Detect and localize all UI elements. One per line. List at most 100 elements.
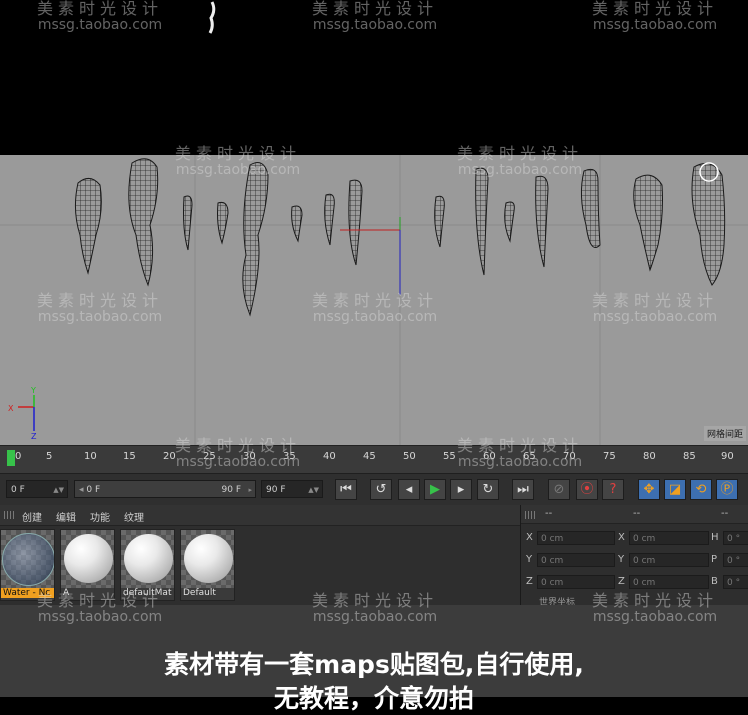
menu-create[interactable]: 创建 <box>22 509 42 524</box>
tick-label: 55 <box>443 451 456 462</box>
coordinates-panel: -- -- -- X 0 cm X 0 cm H 0 ° Y 0 cm Y 0 … <box>520 505 748 608</box>
coord-axis-label: Y <box>526 554 533 565</box>
position-x-field[interactable]: 0 cm <box>537 531 615 545</box>
rotate-icon: ⟲ <box>695 482 707 497</box>
size-z-field[interactable]: 0 cm <box>629 575 709 589</box>
header-dash: -- <box>545 508 553 519</box>
current-frame-field[interactable]: 0 F ▲▼ <box>6 480 68 498</box>
rotation-h-field[interactable]: 0 ° <box>723 531 748 545</box>
prev-key-button[interactable]: ↺ <box>370 479 392 500</box>
playback-controls: 0 F ▲▼ ◂ 0 F 90 F ▸ 90 F ▲▼ ⏮ ↺ ◂ ▶ ▸ ↻ ⏭ ⊘… <box>0 473 748 506</box>
3d-viewport[interactable]: X Y Z 网格间距 <box>0 155 748 445</box>
menu-function[interactable]: 功能 <box>90 509 110 524</box>
param-button[interactable]: Ⓟ <box>716 479 738 500</box>
coord-axis-label: X <box>526 532 533 543</box>
next-key-icon: ↻ <box>482 482 494 497</box>
coord-axis-label: B <box>711 576 718 587</box>
stepper-icon: ▲▼ <box>53 486 64 494</box>
play-icon: ▶ <box>430 482 440 497</box>
p-icon: Ⓟ <box>720 482 734 497</box>
coord-axis-label: Z <box>526 576 533 587</box>
position-z-field[interactable]: 0 cm <box>537 575 615 589</box>
position-y-field[interactable]: 0 cm <box>537 553 615 567</box>
material-a[interactable]: A <box>60 529 115 601</box>
material-name: Water - Nc <box>1 588 54 598</box>
tick-label: 90 <box>721 451 734 462</box>
tick-label: 65 <box>523 451 536 462</box>
material-name: A <box>63 588 70 598</box>
rotation-b-field[interactable]: 0 ° <box>723 575 748 589</box>
header-dash: -- <box>633 508 641 519</box>
frame-range-slider[interactable]: ◂ 0 F 90 F ▸ <box>74 480 256 498</box>
playhead-marker[interactable] <box>7 450 15 466</box>
caption-line-2: 无教程，介意勿拍 <box>273 684 474 713</box>
material-preview <box>184 534 233 583</box>
material-manager: 创建 编辑 功能 纹理 Water - Nc A defaultMat Defa… <box>0 505 520 605</box>
rotate-tool-button[interactable]: ⟲ <box>690 479 712 500</box>
range-start-value: 0 F <box>86 485 101 495</box>
max-frame-field[interactable]: 90 F ▲▼ <box>261 480 323 498</box>
drip-mesh <box>74 178 102 275</box>
size-x-field[interactable]: 0 cm <box>629 531 709 545</box>
key-icon: ⊘ <box>553 482 565 497</box>
skip-start-icon: ⏮ <box>340 482 352 497</box>
grid-spacing-label: 网格间距 <box>703 426 746 441</box>
material-defaultmat[interactable]: defaultMat <box>120 529 175 601</box>
play-button[interactable]: ▶ <box>424 479 446 500</box>
material-default[interactable]: Default <box>180 529 235 601</box>
tick-label: 45 <box>363 451 376 462</box>
material-name: defaultMat <box>123 588 172 598</box>
go-to-end-button[interactable]: ⏭ <box>512 479 534 500</box>
material-water[interactable]: Water - Nc <box>0 529 55 601</box>
timeline-ruler[interactable]: 0 5 10 15 20 25 30 35 40 45 50 55 60 65 … <box>0 445 748 474</box>
tick-label: 20 <box>163 451 176 462</box>
viewport-scene: X Y Z <box>0 155 748 445</box>
tick-label: 15 <box>123 451 136 462</box>
header-dash: -- <box>721 508 729 519</box>
scale-icon: ◪ <box>668 482 682 497</box>
svg-text:X: X <box>8 404 14 413</box>
material-name: Default <box>183 588 216 598</box>
size-y-field[interactable]: 0 cm <box>629 553 709 567</box>
coord-axis-label: Y <box>618 554 625 565</box>
menu-edit[interactable]: 编辑 <box>56 509 76 524</box>
coord-axis-label: X <box>618 532 625 543</box>
svg-text:Y: Y <box>30 386 36 395</box>
tick-label: 0 <box>15 451 22 462</box>
scale-tool-button[interactable]: ◪ <box>664 479 686 500</box>
tick-label: 5 <box>46 451 53 462</box>
tick-label: 70 <box>563 451 576 462</box>
tick-label: 80 <box>643 451 656 462</box>
caption-band: 素材带有一套maps贴图包,自行使用, 无教程，介意勿拍 <box>0 605 748 713</box>
material-menubar: 创建 编辑 功能 纹理 <box>0 505 520 526</box>
skip-end-icon: ⏭ <box>517 482 529 497</box>
coord-axis-label: Z <box>618 576 625 587</box>
drip-mesh <box>242 162 269 317</box>
tick-label: 50 <box>403 451 416 462</box>
drip-mesh <box>633 174 663 272</box>
step-back-icon: ◂ <box>405 482 413 497</box>
rotation-p-field[interactable]: 0 ° <box>723 553 748 567</box>
current-frame-value: 0 F <box>11 485 25 495</box>
record-disabled-button[interactable]: ⊘ <box>548 479 570 500</box>
prev-frame-button[interactable]: ◂ <box>398 479 420 500</box>
menu-texture[interactable]: 纹理 <box>124 509 144 524</box>
tick-label: 25 <box>203 451 216 462</box>
max-frame-value: 90 F <box>266 485 286 495</box>
move-icon: ✥ <box>643 482 655 497</box>
tick-label: 60 <box>483 451 496 462</box>
material-preview <box>124 534 173 583</box>
drip-top-fragment <box>208 1 216 34</box>
autokey-icon: ⦿ <box>580 482 594 497</box>
autokey-button[interactable]: ⦿ <box>576 479 598 500</box>
svg-text:Z: Z <box>31 432 37 441</box>
move-tool-button[interactable]: ✥ <box>638 479 660 500</box>
next-frame-button[interactable]: ▸ <box>450 479 472 500</box>
next-key-button[interactable]: ↻ <box>477 479 499 500</box>
material-preview <box>64 534 113 583</box>
panel-grip-icon[interactable] <box>525 511 535 519</box>
panel-grip-icon[interactable] <box>4 511 14 519</box>
go-to-start-button[interactable]: ⏮ <box>335 479 357 500</box>
keyframe-help-button[interactable]: ? <box>602 479 624 500</box>
range-end-value: 90 F <box>221 485 242 495</box>
